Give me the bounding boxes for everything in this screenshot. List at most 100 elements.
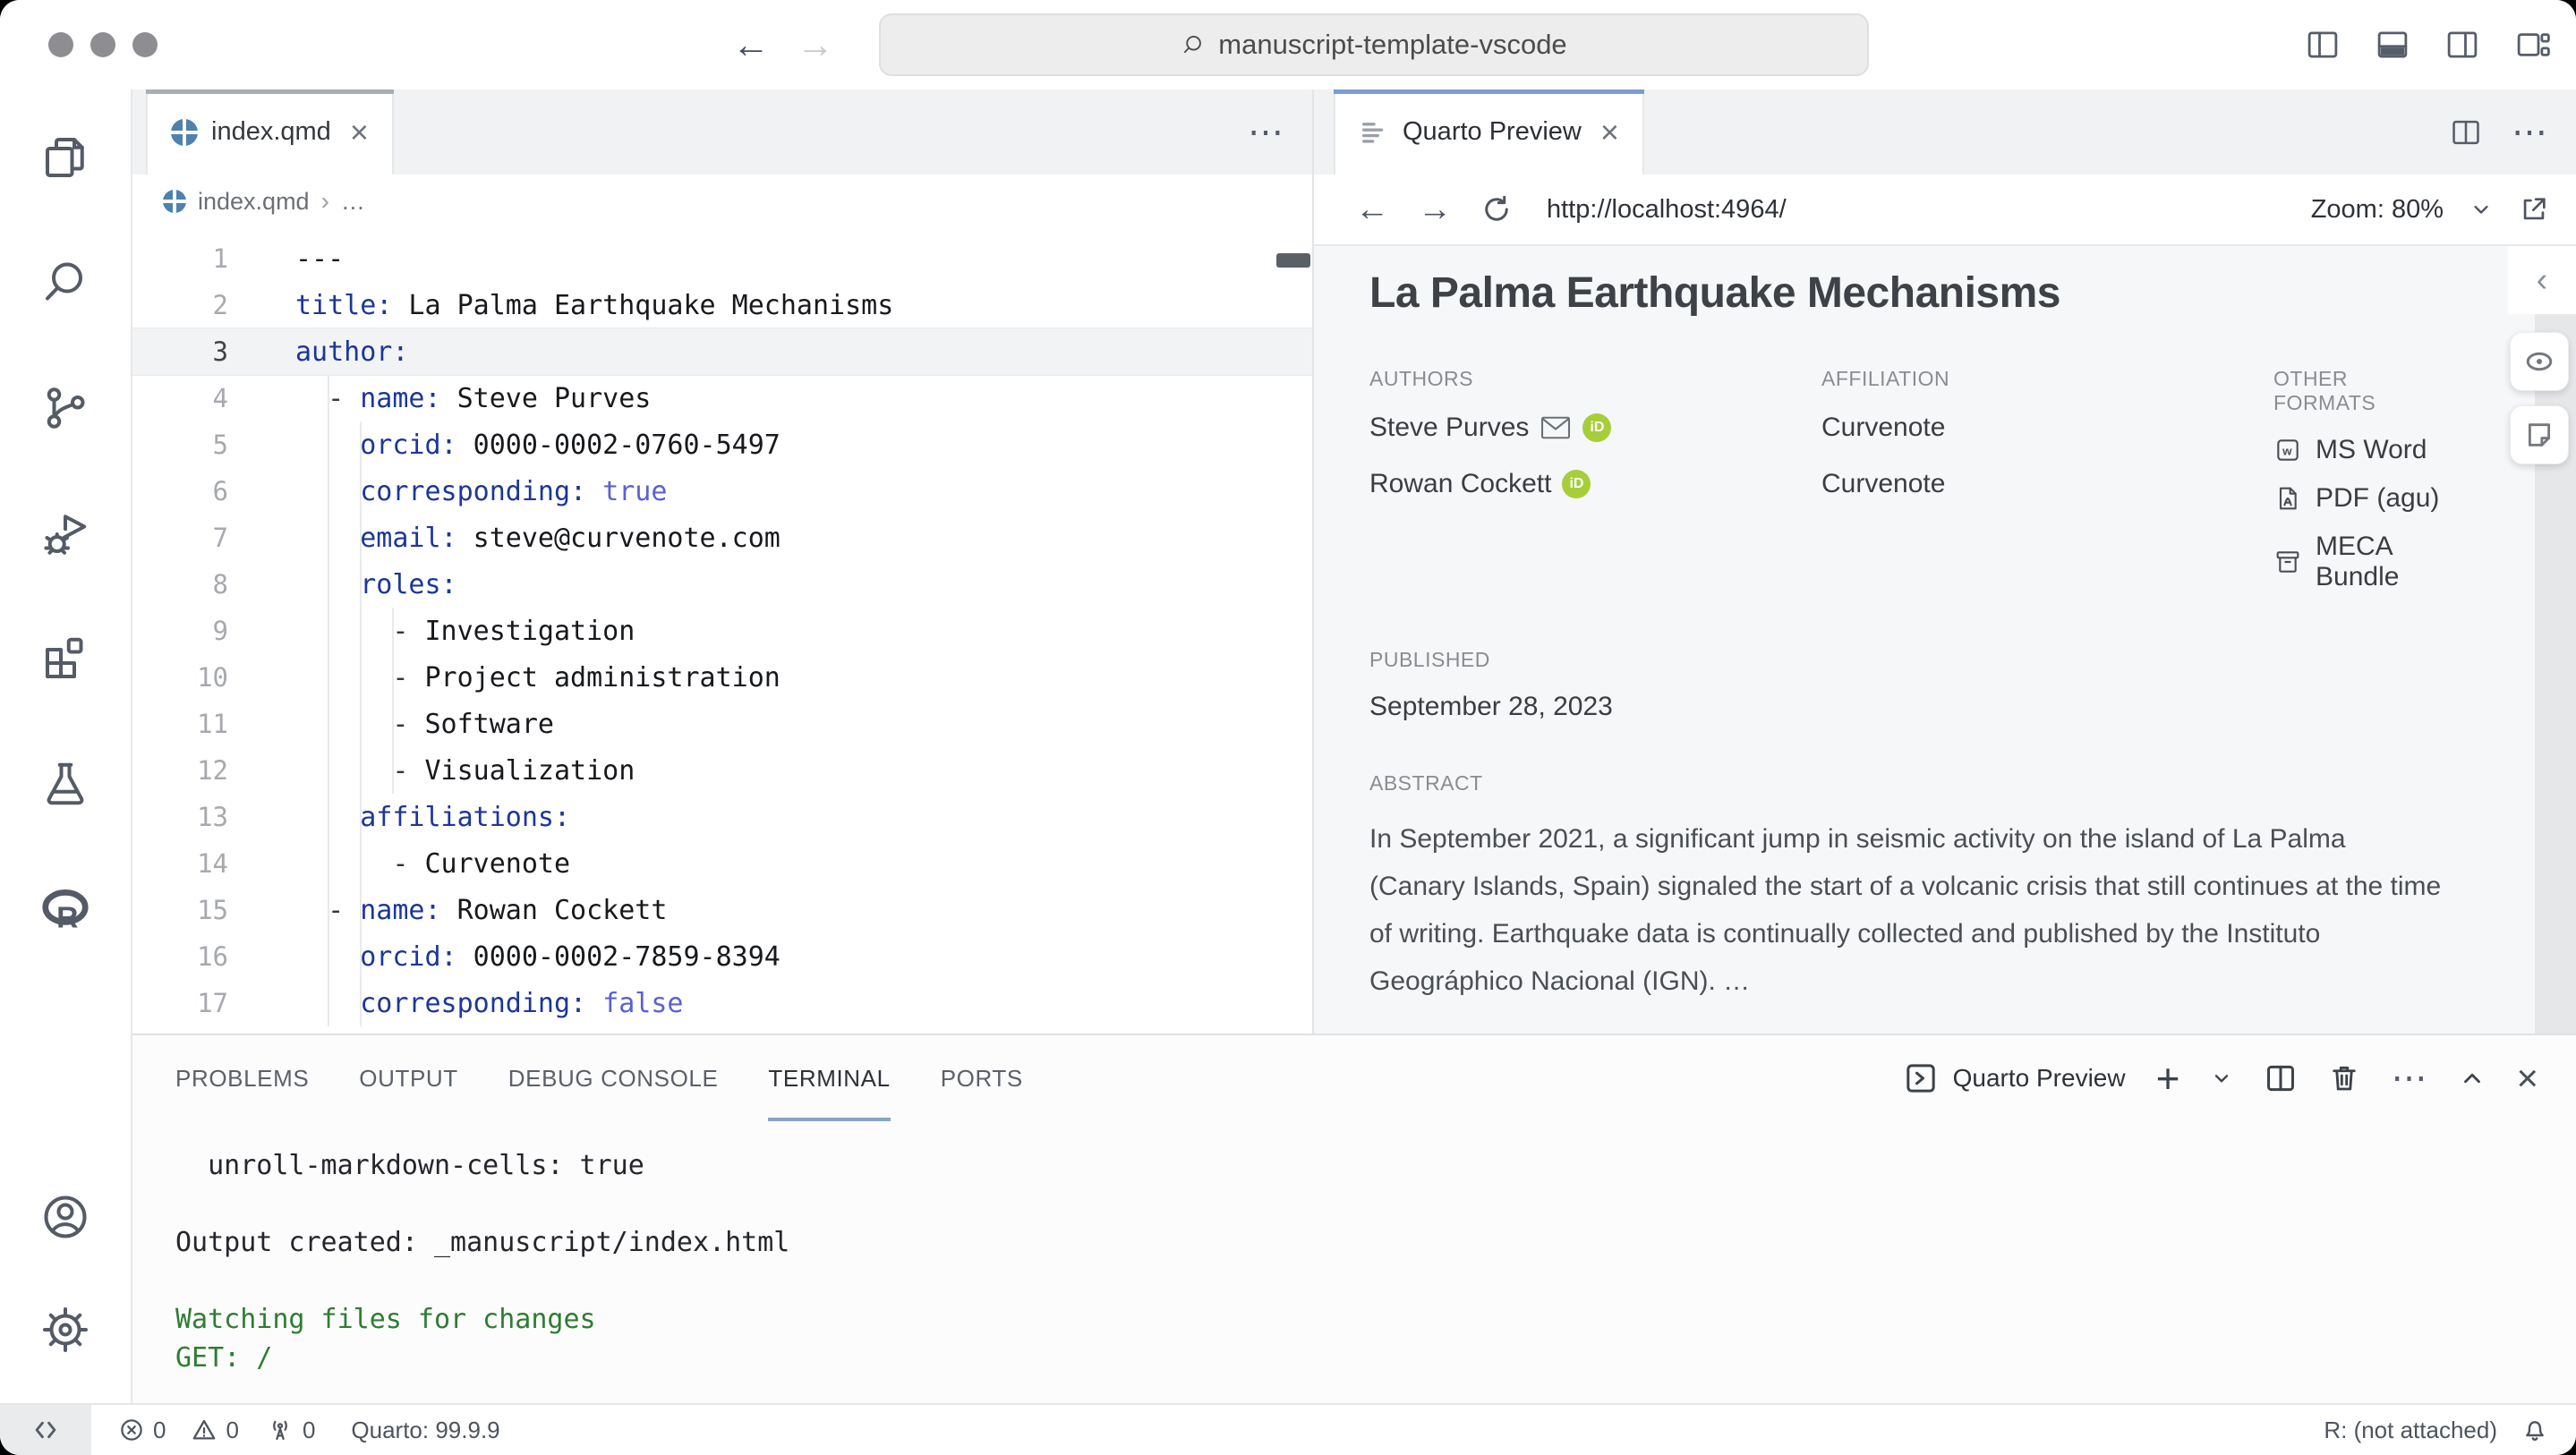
problems-status[interactable]: 0 0	[118, 1417, 239, 1444]
line-number: 7	[132, 523, 228, 553]
customize-layout-icon[interactable]	[2513, 26, 2551, 64]
note-button[interactable]	[2510, 405, 2569, 464]
code-line[interactable]: 4 - name: Steve Purves	[132, 375, 1312, 421]
code-line[interactable]: 8 roles:	[132, 561, 1312, 608]
line-code: orcid: 0000-0002-0760-5497	[228, 430, 780, 461]
window-close-button[interactable]	[48, 32, 73, 57]
ports-count: 0	[303, 1417, 315, 1444]
run-debug-icon[interactable]	[38, 506, 92, 560]
extensions-icon[interactable]	[38, 632, 92, 685]
explorer-icon[interactable]	[38, 131, 92, 184]
terminal-session[interactable]: Quarto Preview	[1903, 1060, 2126, 1096]
code-line[interactable]: 14 - Curvenote	[132, 840, 1312, 887]
code-line[interactable]: 11 - Software	[132, 701, 1312, 747]
code-line[interactable]: 16 orcid: 0000-0002-7859-8394	[132, 933, 1312, 980]
split-editor-icon[interactable]	[2449, 115, 2483, 149]
breadcrumb-file[interactable]: index.qmd	[198, 188, 310, 216]
affiliation-value: Curvenote	[1821, 467, 2273, 501]
reload-icon[interactable]	[1480, 193, 1513, 225]
format-link[interactable]: MECA Bundle	[2273, 532, 2442, 592]
open-external-icon[interactable]	[2519, 194, 2549, 225]
code-line[interactable]: 3author:	[132, 328, 1312, 375]
tab-index-qmd[interactable]: index.qmd ×	[146, 89, 394, 174]
window-minimize-button[interactable]	[90, 32, 115, 57]
preview-webview[interactable]: La Palma Earthquake Mechanisms AUTHORS S…	[1314, 246, 2576, 1034]
tab-close-icon[interactable]: ×	[350, 116, 369, 149]
terminal-session-name: Quarto Preview	[1953, 1064, 2126, 1093]
preview-more-actions-icon[interactable]: ⋯	[2512, 115, 2549, 150]
kill-terminal-trash-icon[interactable]	[2328, 1062, 2360, 1094]
code-line[interactable]: 15 - name: Rowan Cockett	[132, 887, 1312, 933]
tab-quarto-preview[interactable]: Quarto Preview ×	[1334, 89, 1644, 174]
preview-forward-icon[interactable]: →	[1418, 191, 1452, 229]
close-panel-icon[interactable]: ×	[2516, 1059, 2538, 1097]
breadcrumb-ellipsis[interactable]: …	[341, 188, 365, 216]
history-back-button[interactable]: ←	[732, 26, 770, 64]
line-code: - Curvenote	[228, 848, 570, 880]
search-icon[interactable]	[38, 256, 92, 310]
indent-guide	[328, 375, 329, 1026]
panel-tab-debug-console[interactable]: DEBUG CONSOLE	[508, 1035, 719, 1121]
testing-icon[interactable]	[38, 757, 92, 811]
breadcrumb[interactable]: index.qmd › …	[132, 174, 1312, 228]
indent-guide	[360, 421, 362, 1026]
toggle-panel-icon[interactable]	[2374, 26, 2411, 64]
line-number: 1	[132, 243, 228, 274]
zoom-level[interactable]: Zoom: 80%	[2311, 195, 2444, 225]
preview-back-icon[interactable]: ←	[1355, 191, 1389, 229]
code-line[interactable]: 6 corresponding: true	[132, 468, 1312, 515]
split-terminal-icon[interactable]	[2264, 1061, 2298, 1095]
terminal-output[interactable]: unroll-markdown-cells: trueOutput create…	[132, 1121, 2576, 1403]
url-text[interactable]: http://localhost:4964/	[1547, 195, 1787, 225]
visibility-eye-button[interactable]	[2510, 332, 2569, 391]
panel-tab-output[interactable]: OUTPUT	[359, 1035, 457, 1121]
code-line[interactable]: 10 - Project administration	[132, 654, 1312, 701]
terminal-dropdown-chevron-icon[interactable]	[2210, 1067, 2233, 1090]
toggle-primary-sidebar-icon[interactable]	[2304, 26, 2341, 64]
code-line[interactable]: 1---	[132, 235, 1312, 282]
terminal-line: GET: /	[175, 1339, 2576, 1377]
chevron-down-icon[interactable]	[2469, 197, 2494, 222]
editor-more-actions-icon[interactable]: ⋯	[1248, 115, 1285, 150]
panel-tab-ports[interactable]: PORTS	[941, 1035, 1023, 1121]
code-line[interactable]: 9 - Investigation	[132, 608, 1312, 654]
command-center-search[interactable]: manuscript-template-vscode	[879, 13, 1869, 76]
panel-tab-terminal[interactable]: TERMINAL	[768, 1035, 890, 1121]
notifications-bell-icon[interactable]	[2521, 1416, 2549, 1444]
email-icon[interactable]	[1540, 414, 1572, 441]
panel-more-actions-icon[interactable]: ⋯	[2391, 1060, 2428, 1096]
code-line[interactable]: 13 affiliations:	[132, 794, 1312, 840]
code-line[interactable]: 2title: La Palma Earthquake Mechanisms	[132, 282, 1312, 328]
quarto-version[interactable]: Quarto: 99.9.9	[351, 1417, 499, 1444]
published-label: PUBLISHED	[1369, 648, 2442, 672]
r-language-icon[interactable]: R	[38, 882, 93, 938]
code-editor[interactable]: 1---2title: La Palma Earthquake Mechanis…	[132, 228, 1312, 1034]
settings-gear-icon[interactable]	[38, 1303, 92, 1357]
tab-close-icon[interactable]: ×	[1600, 116, 1619, 149]
preview-tabbar: Quarto Preview × ⋯	[1314, 89, 2576, 174]
panel-tab-problems[interactable]: PROBLEMS	[175, 1035, 309, 1121]
pdf-icon	[2273, 484, 2302, 513]
orcid-icon[interactable]: iD	[1582, 413, 1611, 442]
ports-status[interactable]: 0	[266, 1416, 315, 1444]
code-line[interactable]: 7 email: steve@curvenote.com	[132, 515, 1312, 561]
editor-scrollbar[interactable]	[1276, 253, 1310, 268]
code-line[interactable]: 5 orcid: 0000-0002-0760-5497	[132, 421, 1312, 468]
format-link[interactable]: PDF (agu)	[2273, 483, 2442, 514]
remote-indicator[interactable]	[0, 1405, 91, 1455]
format-link[interactable]: w MS Word	[2273, 435, 2442, 465]
toggle-secondary-sidebar-icon[interactable]	[2444, 26, 2481, 64]
titlebar: ← → manuscript-template-vscode	[0, 0, 2576, 89]
history-forward-button[interactable]: →	[797, 26, 834, 64]
code-line[interactable]: 12 - Visualization	[132, 747, 1312, 794]
new-terminal-icon[interactable]: +	[2156, 1058, 2180, 1099]
code-line[interactable]: 17 corresponding: false	[132, 980, 1312, 1026]
abstract-label: ABSTRACT	[1369, 771, 2442, 796]
source-control-icon[interactable]	[38, 381, 92, 435]
account-icon[interactable]	[38, 1190, 92, 1244]
orcid-icon[interactable]: iD	[1562, 470, 1591, 498]
collapse-rail-icon[interactable]: ‹	[2508, 246, 2576, 314]
maximize-panel-chevron-icon[interactable]	[2459, 1065, 2486, 1092]
window-zoom-button[interactable]	[132, 32, 158, 57]
r-session-status[interactable]: R: (not attached)	[2324, 1417, 2497, 1444]
